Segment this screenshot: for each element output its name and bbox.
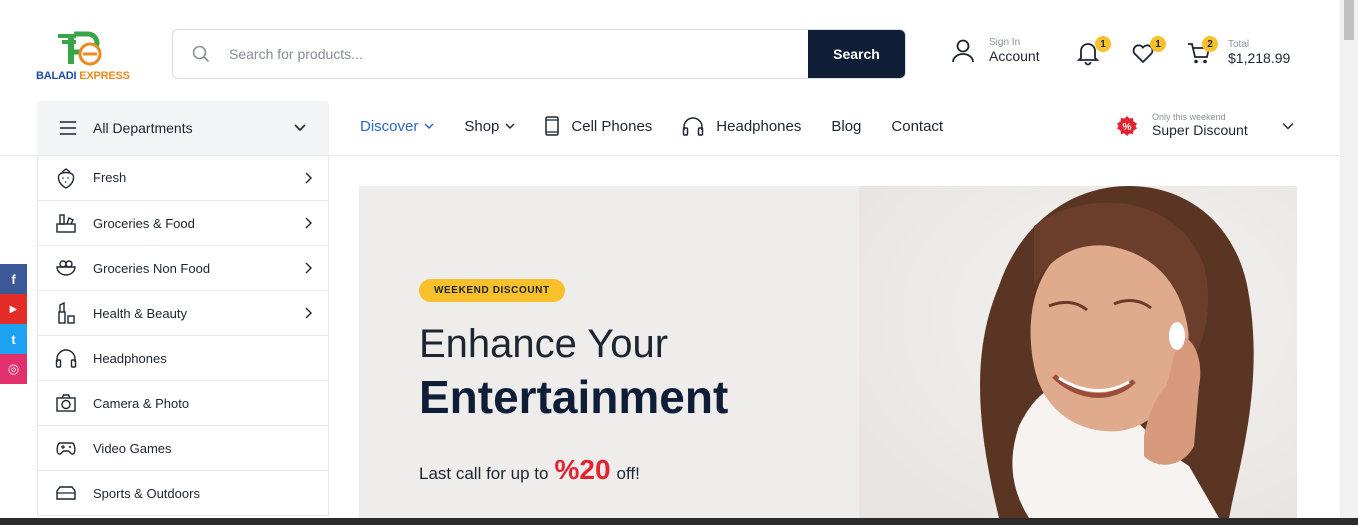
strawberry-icon	[54, 166, 78, 190]
chevron-down-icon	[1282, 122, 1294, 129]
hero-headline-line1: Enhance Your	[419, 322, 669, 366]
menu-item-label: Fresh	[93, 170, 127, 185]
groceries-icon	[54, 211, 78, 235]
nav-item-label: Shop	[464, 117, 500, 135]
user-icon	[952, 39, 974, 63]
menu-item-groceries-non-food[interactable]: Groceries Non Food	[38, 245, 328, 290]
promo-label: Super Discount	[1152, 122, 1248, 138]
headphones-icon	[683, 117, 704, 136]
nav-item-headphones[interactable]: Headphones	[682, 116, 801, 136]
cart-badge: 2	[1202, 36, 1218, 52]
phone-icon	[545, 116, 560, 136]
menu-item-health-beauty[interactable]: Health & Beauty	[38, 290, 328, 335]
cart-button[interactable]: 2	[1186, 36, 1218, 66]
hero-headline-line2: Entertainment	[419, 371, 729, 423]
menu-item-label: Groceries & Food	[93, 215, 195, 231]
main-nav: Discover Shop Cell Phones Headphones Blo…	[360, 116, 973, 136]
menu-item-label: Video Games	[93, 440, 172, 456]
all-departments-toggle[interactable]: All Departments	[37, 101, 329, 155]
menu-item-label: Camera & Photo	[93, 395, 190, 411]
search-button[interactable]: Search	[808, 30, 905, 78]
chevron-down-icon	[424, 123, 434, 129]
hero-sub-after: off!	[616, 464, 640, 483]
hero-subtitle: Last call for up to %20 off!	[419, 454, 640, 486]
nav-item-contact[interactable]: Contact	[891, 118, 943, 135]
svg-text:%: %	[1123, 122, 1132, 133]
chevron-down-icon	[294, 124, 306, 132]
menu-item-label: Groceries Non Food	[93, 260, 211, 276]
logo-mark-icon	[58, 31, 102, 66]
hero-woman-image	[859, 186, 1297, 518]
all-departments-label: All Departments	[93, 120, 193, 136]
promo-small-label: Only this weekend	[1152, 112, 1226, 122]
super-discount-dropdown[interactable]: % Only this weekend Super Discount	[1116, 112, 1294, 139]
nav-item-label: Cell Phones	[571, 117, 653, 135]
lipstick-icon	[54, 301, 78, 325]
account-label: Account	[989, 48, 1040, 64]
account-link[interactable]: Sign In Account	[950, 37, 1040, 65]
menu-item-label: Headphones	[93, 350, 167, 366]
menu-item-headphones[interactable]: Headphones	[38, 335, 328, 380]
nav-item-label: Contact	[891, 117, 944, 135]
youtube-icon[interactable]: ▶	[0, 294, 27, 324]
nav-item-label: Blog	[831, 117, 862, 135]
cart-total-value: $1,218.99	[1228, 50, 1291, 66]
nav-item-cell-phones[interactable]: Cell Phones	[545, 116, 652, 136]
headphones-icon	[54, 346, 78, 370]
menu-item-fresh[interactable]: Fresh	[38, 155, 328, 200]
nav-item-blog[interactable]: Blog	[831, 118, 861, 135]
menu-icon	[60, 121, 76, 135]
menu-item-camera-photo[interactable]: Camera & Photo	[38, 380, 328, 425]
page-scrollbar[interactable]	[1340, 0, 1358, 518]
discount-badge-icon: %	[1117, 115, 1137, 136]
logo-text: BALADI EXPRESS	[36, 70, 130, 82]
twitter-icon[interactable]: t	[0, 324, 27, 354]
account-small-label: Sign In	[989, 37, 1021, 48]
chevron-right-icon	[305, 172, 312, 183]
search-icon	[173, 30, 229, 78]
menu-item-video-games[interactable]: Video Games	[38, 425, 328, 470]
gamepad-icon	[54, 436, 78, 460]
cart-total-label: Total	[1228, 39, 1250, 50]
nav-item-shop[interactable]: Shop	[464, 118, 515, 135]
hero-banner[interactable]: WEEKEND DISCOUNT Enhance Your Entertainm…	[359, 186, 1297, 518]
hero-sub-before: Last call for up to	[419, 464, 549, 483]
weekend-discount-tag: WEEKEND DISCOUNT	[419, 279, 565, 302]
chevron-down-icon	[505, 123, 515, 129]
menu-item-groceries-food[interactable]: Groceries & Food	[38, 200, 328, 245]
instagram-icon[interactable]: ◎	[0, 354, 27, 384]
wishlist-badge: 1	[1150, 36, 1166, 52]
search-bar: Search	[172, 29, 906, 79]
social-sidebar: f ▶ t ◎	[0, 264, 27, 384]
departments-menu: Fresh Groceries & Food Groceries Non Foo…	[37, 155, 329, 516]
cart-total[interactable]: Total $1,218.99	[1228, 39, 1290, 67]
wishlist-button[interactable]: 1	[1130, 36, 1166, 66]
nav-item-label: Discover	[360, 117, 419, 135]
camera-icon	[54, 391, 78, 415]
chevron-right-icon	[305, 307, 312, 319]
hero-sub-percent: %20	[554, 454, 611, 485]
os-taskbar	[0, 518, 1358, 525]
scrollbar-thumb[interactable]	[1344, 0, 1354, 40]
menu-item-label: Sports & Outdoors	[93, 485, 200, 501]
menu-item-label: Health & Beauty	[93, 305, 187, 321]
chevron-right-icon	[305, 262, 312, 274]
nav-item-discover[interactable]: Discover	[360, 118, 434, 135]
menu-item-sports-outdoors[interactable]: Sports & Outdoors	[38, 470, 328, 515]
bowl-icon	[54, 256, 78, 280]
chevron-right-icon	[305, 217, 312, 229]
notifications-badge: 1	[1095, 36, 1111, 52]
facebook-icon[interactable]: f	[0, 264, 27, 294]
sports-icon	[54, 481, 78, 505]
nav-item-label: Headphones	[716, 117, 802, 135]
logo[interactable]: BALADI EXPRESS	[36, 28, 136, 84]
search-input[interactable]	[229, 30, 808, 78]
notifications-button[interactable]: 1	[1075, 36, 1111, 66]
